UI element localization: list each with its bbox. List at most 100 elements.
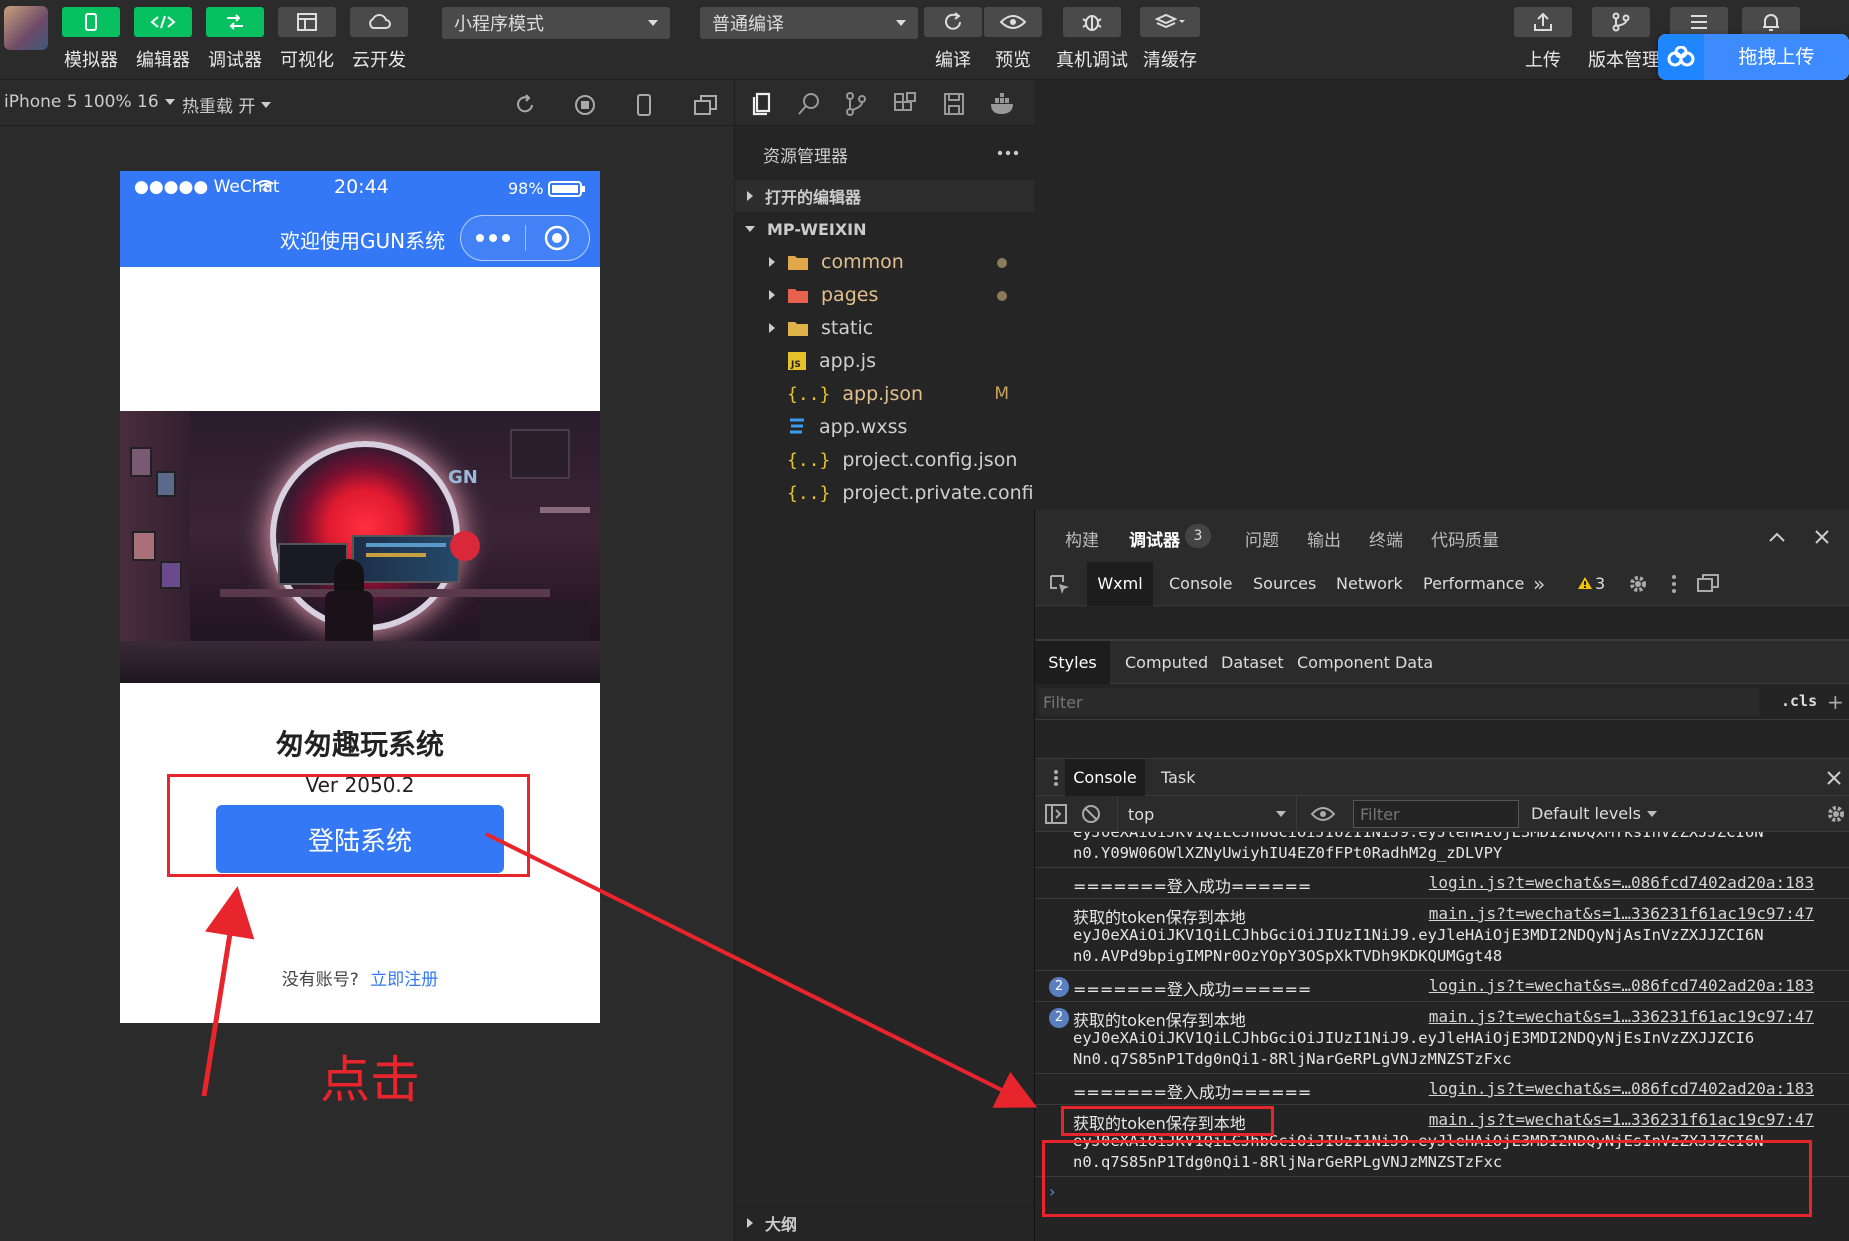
tab-output[interactable]: 输出: [1307, 526, 1341, 551]
drag-upload-overlay[interactable]: 拖拽上传: [1658, 34, 1849, 80]
file-tree-item[interactable]: static: [735, 312, 1035, 344]
tab-code-quality[interactable]: 代码质量: [1431, 526, 1499, 551]
file-tree-item[interactable]: {..} project.config.json: [735, 444, 1035, 476]
debugger-toggle-button[interactable]: [206, 7, 264, 37]
search-icon[interactable]: [797, 92, 821, 116]
panel-tab-wxml[interactable]: Wxml: [1087, 562, 1153, 606]
menu-button[interactable]: [1670, 7, 1728, 37]
log-source-link[interactable]: main.js?t=wechat&s=1…336231f61ac19c97:47: [1429, 1007, 1814, 1026]
devtools-panel-tabs: Wxml Console Sources Network Performance…: [1035, 562, 1849, 606]
settings-icon[interactable]: [1627, 573, 1649, 595]
simulator-toggle-button[interactable]: [62, 7, 120, 37]
extensions-icon[interactable]: [893, 92, 917, 116]
drawer-tab-task[interactable]: Task: [1161, 768, 1196, 787]
bug-icon: [1081, 11, 1103, 33]
docker-icon[interactable]: [989, 92, 1017, 116]
login-highlight-box: [167, 774, 530, 877]
file-tree-item[interactable]: {..} app.json M: [735, 378, 1035, 410]
stop-icon[interactable]: [574, 94, 596, 116]
log-source-link[interactable]: login.js?t=wechat&s=…086fcd7402ad20a:183: [1429, 873, 1814, 892]
open-editors-section[interactable]: 打开的编辑器: [735, 180, 1035, 212]
dataset-tab[interactable]: Dataset: [1221, 653, 1284, 672]
styles-tab[interactable]: Styles: [1035, 641, 1110, 685]
mode-select[interactable]: 小程序模式: [442, 7, 670, 39]
more-tabs-icon[interactable]: »: [1533, 572, 1545, 596]
code-icon: [150, 15, 176, 29]
styles-filter-input[interactable]: [1039, 688, 1759, 716]
cloud-dev-button[interactable]: [350, 7, 408, 37]
visual-toggle-button[interactable]: [278, 7, 336, 37]
project-root[interactable]: MP-WEIXIN: [735, 213, 1035, 245]
user-avatar[interactable]: [4, 6, 48, 50]
dock-icon[interactable]: [1697, 574, 1719, 594]
close-icon[interactable]: [1827, 771, 1841, 785]
compile-button[interactable]: [924, 7, 982, 37]
device-select[interactable]: iPhone 5 100% 16: [4, 92, 175, 112]
log-source-link[interactable]: login.js?t=wechat&s=…086fcd7402ad20a:183: [1429, 976, 1814, 995]
warning-icon[interactable]: [1577, 576, 1593, 590]
log-source-link[interactable]: main.js?t=wechat&s=1…336231f61ac19c97:47: [1429, 1110, 1814, 1129]
add-rule-icon[interactable]: +: [1827, 690, 1844, 714]
more-icon[interactable]: [997, 150, 1019, 156]
log-source-link[interactable]: login.js?t=wechat&s=…086fcd7402ad20a:183: [1429, 1079, 1814, 1098]
panel-tab-console[interactable]: Console: [1169, 574, 1233, 593]
file-tree-item[interactable]: {..} project.private.config.js...: [735, 477, 1085, 509]
source-control-icon[interactable]: [845, 92, 867, 116]
rotate-icon[interactable]: [514, 94, 536, 116]
register-link[interactable]: 立即注册: [370, 970, 438, 990]
file-tree-item[interactable]: JS app.js: [735, 345, 1035, 377]
console-settings-icon[interactable]: [1825, 803, 1847, 825]
log-source-link[interactable]: main.js?t=wechat&s=1…336231f61ac19c97:47: [1429, 904, 1814, 923]
styles-tabs: Styles Computed Dataset Component Data: [1035, 640, 1849, 685]
editor-toggle-button[interactable]: [134, 7, 192, 37]
files-icon[interactable]: [749, 92, 773, 116]
file-tree-item[interactable]: app.wxss: [735, 411, 1035, 443]
version-manager-button[interactable]: [1592, 7, 1650, 37]
phone-icon: [84, 13, 98, 31]
drawer-menu-icon[interactable]: [1053, 769, 1059, 787]
tab-problems[interactable]: 问题: [1245, 526, 1279, 551]
save-icon[interactable]: [943, 92, 965, 116]
upload-button[interactable]: [1514, 7, 1572, 37]
kebab-menu-icon[interactable]: [1671, 574, 1677, 594]
log-token-line: Nn0.q7S85nP1Tdg0nQi1-8RljNarGeRPLgVNJzMN…: [1073, 1050, 1512, 1068]
real-device-debug-button[interactable]: [1063, 7, 1121, 37]
console-filter-input[interactable]: [1353, 800, 1519, 828]
notification-button[interactable]: [1742, 7, 1800, 37]
clear-cache-button[interactable]: [1140, 7, 1200, 37]
warning-count: 3: [1595, 574, 1606, 593]
compile-label: 编译: [935, 50, 971, 71]
file-tree-item[interactable]: common: [735, 246, 1035, 278]
compile-select[interactable]: 普通编译: [700, 7, 918, 39]
more-icon[interactable]: [461, 233, 525, 243]
close-icon[interactable]: [1815, 530, 1829, 544]
computed-tab[interactable]: Computed: [1125, 653, 1208, 672]
panel-tab-performance[interactable]: Performance: [1423, 574, 1524, 593]
close-miniprogram-icon[interactable]: [526, 225, 590, 251]
popout-icon[interactable]: [694, 94, 718, 116]
file-tree-label: app.json: [842, 383, 924, 405]
inspect-element-icon[interactable]: [1049, 574, 1071, 596]
drawer-tab-console[interactable]: Console: [1065, 759, 1145, 797]
clear-console-icon[interactable]: [1081, 804, 1101, 824]
file-tree-item[interactable]: pages: [735, 279, 1035, 311]
preview-button[interactable]: [984, 7, 1042, 37]
sidebar-toggle-icon[interactable]: [1045, 804, 1067, 824]
device-frame-icon[interactable]: [636, 94, 652, 116]
levels-select[interactable]: Default levels: [1531, 804, 1657, 823]
component-data-tab[interactable]: Component Data: [1297, 653, 1433, 672]
tab-debugger[interactable]: 调试器: [1129, 526, 1180, 551]
hot-reload-toggle[interactable]: 热重载 开: [182, 92, 272, 117]
live-expression-eye-icon[interactable]: [1311, 806, 1335, 822]
cls-toggle[interactable]: .cls: [1781, 692, 1817, 710]
tab-terminal[interactable]: 终端: [1369, 526, 1403, 551]
outline-section[interactable]: 大纲: [735, 1206, 1035, 1238]
panel-tab-sources[interactable]: Sources: [1253, 574, 1316, 593]
explorer-activity-bar: [735, 80, 1035, 126]
menu-icon: [1690, 14, 1708, 30]
tab-build[interactable]: 构建: [1065, 526, 1099, 551]
panel-tab-network[interactable]: Network: [1336, 574, 1403, 593]
chevron-up-icon[interactable]: [1769, 532, 1785, 542]
context-select[interactable]: top: [1117, 796, 1297, 832]
log-token-line: n0.AVPd9bpigIMPNr0OzYOpY3OSpXkTVDh9KDKQU…: [1073, 947, 1503, 965]
